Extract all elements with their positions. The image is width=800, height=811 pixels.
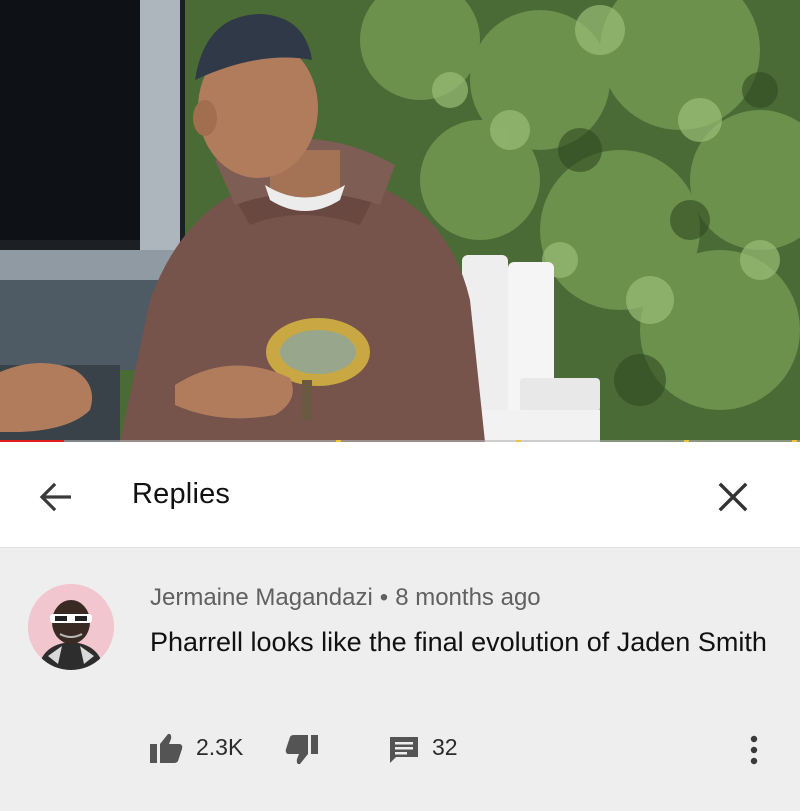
more-options-button[interactable] — [736, 728, 772, 772]
comment-card: Jermaine Magandazi • 8 months ago Pharrell… — [0, 548, 800, 811]
comment-timestamp: 8 months ago — [395, 584, 541, 611]
meta-separator: • — [379, 584, 389, 611]
thumbs-down-icon — [285, 735, 318, 765]
like-button[interactable] — [148, 730, 184, 766]
comment-actions: 2.3K 32 — [0, 728, 800, 772]
replies-header: Replies — [0, 444, 800, 548]
progress-bar[interactable] — [0, 440, 800, 442]
comment-text: Pharrell looks like the final evolution … — [150, 627, 767, 657]
dislike-button[interactable] — [284, 732, 320, 768]
video-frame[interactable] — [0, 0, 800, 442]
reply-count: 32 — [432, 734, 458, 760]
page-title: Replies — [132, 478, 231, 510]
video-thumbnail — [0, 0, 800, 442]
close-button[interactable] — [708, 474, 758, 520]
avatar-image — [28, 584, 114, 670]
chapter-marker — [516, 440, 521, 442]
progress-fill — [0, 440, 64, 442]
arrow-left-icon — [39, 482, 71, 512]
close-icon — [718, 482, 748, 512]
like-count: 2.3K — [196, 734, 244, 760]
reply-button[interactable] — [386, 732, 422, 768]
author-name[interactable]: Jermaine Magandazi — [150, 584, 373, 611]
chapter-marker — [336, 440, 341, 442]
avatar[interactable] — [28, 584, 114, 670]
comment-meta: Jermaine Magandazi • 8 months ago — [150, 584, 541, 612]
thumbs-up-icon — [150, 733, 183, 763]
chapter-marker — [792, 440, 797, 442]
chapter-marker — [684, 440, 689, 442]
more-vert-icon — [750, 735, 758, 765]
reply-icon — [390, 737, 418, 763]
back-button[interactable] — [28, 474, 84, 520]
